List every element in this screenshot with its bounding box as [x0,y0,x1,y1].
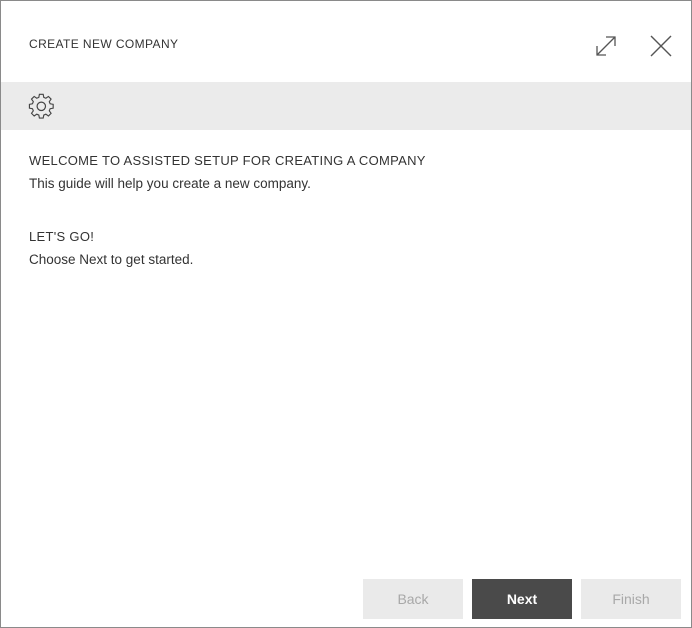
next-button[interactable]: Next [472,579,572,619]
back-button[interactable]: Back [363,579,463,619]
letsgo-text: Choose Next to get started. [29,252,194,267]
gear-icon[interactable] [28,93,56,121]
close-icon [650,35,672,57]
dialog-footer: Back Next Finish [1,579,691,619]
dialog-header: CREATE NEW COMPANY [1,1,691,81]
expand-button[interactable] [591,31,621,61]
dialog-toolbar [1,82,691,130]
welcome-heading: WELCOME TO ASSISTED SETUP FOR CREATING A… [29,153,426,168]
finish-button[interactable]: Finish [581,579,681,619]
dialog-title: CREATE NEW COMPANY [29,37,179,51]
close-button[interactable] [646,31,676,61]
welcome-text: This guide will help you create a new co… [29,176,311,191]
letsgo-heading: LET'S GO! [29,229,95,244]
dialog-content: WELCOME TO ASSISTED SETUP FOR CREATING A… [29,151,669,271]
expand-arrows-icon [596,36,616,56]
create-company-dialog: CREATE NEW COMPANY WELCOME TO ASSISTED S… [0,0,692,628]
